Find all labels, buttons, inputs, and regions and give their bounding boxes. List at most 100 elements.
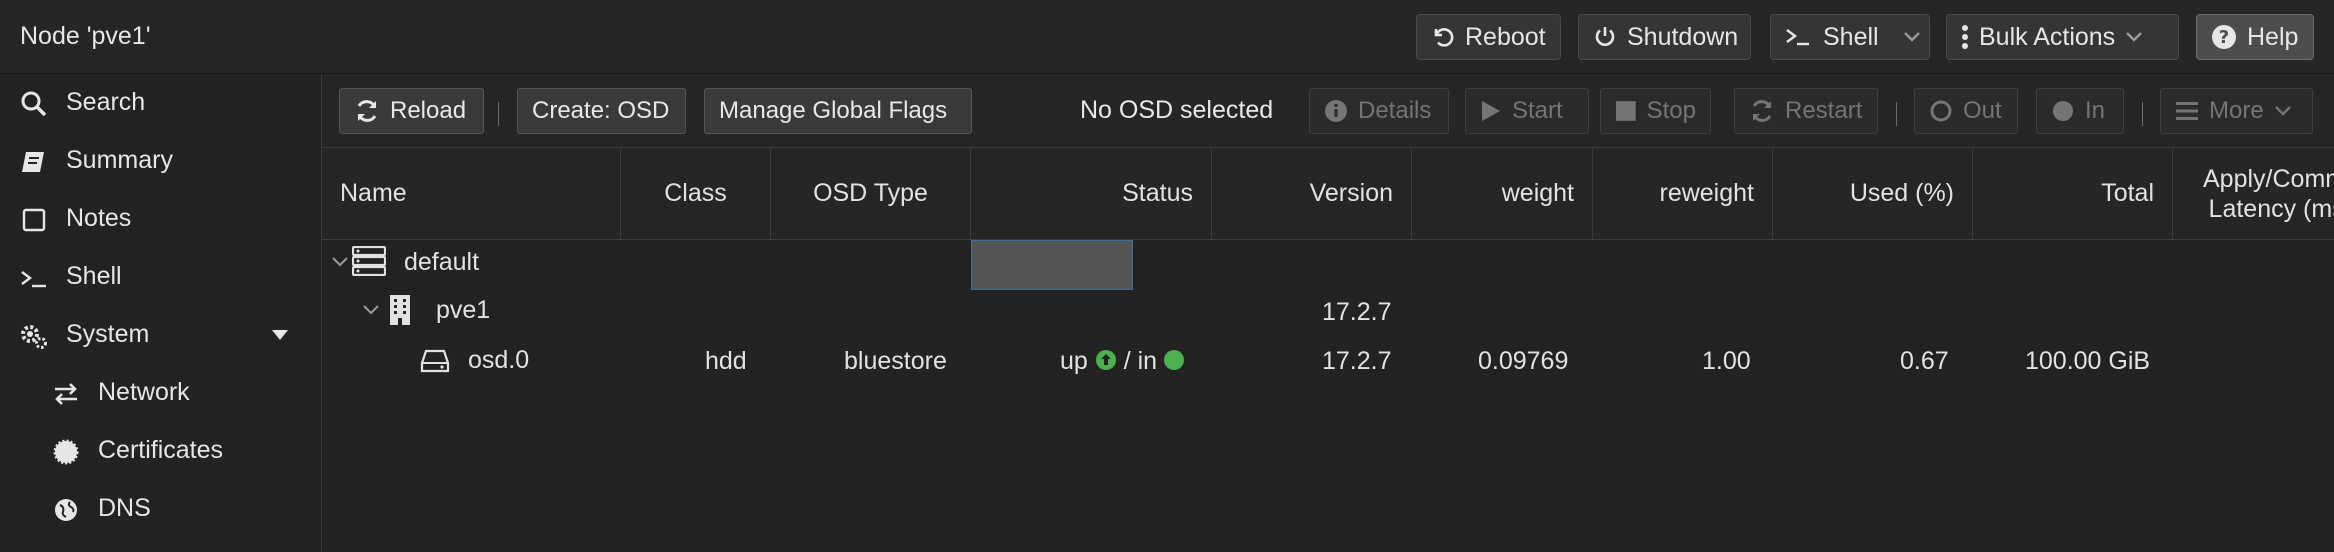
refresh-icon (357, 100, 377, 122)
play-icon (1482, 101, 1500, 121)
help-label: Help (2247, 22, 2299, 51)
osd-panel: Reload Create: OSD Manage Global Flags N… (322, 74, 2334, 552)
status-up-label: up (1060, 347, 1088, 375)
sidebar-item-network[interactable]: Network (0, 364, 321, 422)
refresh-icon (1752, 100, 1772, 122)
arrow-up-circle-icon (1095, 350, 1116, 371)
sidebar-item-label: Search (66, 88, 146, 116)
note-icon (22, 208, 46, 232)
create-osd-label: Create: OSD (532, 97, 670, 124)
column-header-apply-commit-latency[interactable]: Apply/Commit Latency (ms) (2173, 148, 2334, 239)
more-button[interactable]: More (2160, 88, 2313, 134)
hdd-icon (420, 349, 450, 373)
selected-cell[interactable] (971, 240, 1133, 290)
circle-filled-icon (2053, 101, 2073, 121)
toolbar-separator (1896, 102, 1897, 126)
chevron-down-icon[interactable] (362, 304, 380, 316)
toolbar-separator (498, 102, 499, 126)
shutdown-label: Shutdown (1627, 22, 1739, 51)
osd-type: bluestore (844, 347, 947, 375)
shell-label: Shell (1823, 22, 1879, 51)
chevron-down-icon[interactable] (1903, 31, 1921, 43)
column-header-total[interactable]: Total (1973, 148, 2173, 239)
stop-button[interactable]: Stop (1600, 88, 1711, 134)
details-label: Details (1358, 97, 1432, 124)
osd-used-percent: 0.67 (1900, 347, 1949, 375)
globe-icon (55, 499, 77, 521)
restart-label: Restart (1785, 97, 1863, 124)
out-label: Out (1963, 97, 2002, 124)
sidebar-item-label: Notes (66, 204, 132, 232)
node-sidebar: Search Summary Notes Shell System Networ… (0, 74, 322, 552)
kebab-icon (1962, 25, 1968, 49)
chevron-down-icon (2126, 32, 2143, 42)
manage-flags-label: Manage Global Flags (719, 97, 948, 124)
node-title: Node 'pve1' (20, 22, 151, 50)
column-header-version[interactable]: Version (1212, 148, 1412, 239)
building-icon (390, 295, 410, 325)
info-circle-icon (1325, 100, 1347, 122)
in-label: In (2085, 97, 2106, 124)
column-header-class[interactable]: Class (621, 148, 771, 239)
osd-status: up / in (1060, 347, 1185, 376)
shell-split-button[interactable]: Shell (1770, 14, 1930, 60)
restart-button[interactable]: Restart (1734, 88, 1878, 134)
create-osd-button[interactable]: Create: OSD (517, 88, 686, 134)
search-icon (21, 91, 47, 117)
sidebar-item-shell[interactable]: Shell (0, 248, 321, 306)
circle-outline-icon (1930, 100, 1952, 122)
column-header-used[interactable]: Used (%) (1773, 148, 1973, 239)
selection-status: No OSD selected (1080, 96, 1274, 124)
book-icon (22, 152, 44, 172)
out-button[interactable]: Out (1914, 88, 2018, 134)
chevron-down-icon (2274, 106, 2291, 116)
bulk-actions-button[interactable]: Bulk Actions (1946, 14, 2179, 60)
reload-label: Reload (390, 97, 467, 124)
more-label: More (2209, 97, 2264, 124)
toolbar-separator (2142, 102, 2143, 126)
status-in-label: / in (1123, 347, 1158, 375)
sidebar-item-search[interactable]: Search (0, 74, 321, 132)
sidebar-item-summary[interactable]: Summary (0, 132, 321, 190)
shutdown-button[interactable]: Shutdown (1578, 14, 1751, 60)
question-circle-icon: ? (2212, 25, 2236, 49)
osd-version: 17.2.7 (1322, 347, 1392, 375)
exchange-icon (55, 383, 77, 405)
sidebar-item-system[interactable]: System (0, 306, 321, 364)
sidebar-item-notes[interactable]: Notes (0, 190, 321, 248)
start-label: Start (1512, 97, 1563, 124)
start-button[interactable]: Start (1465, 88, 1589, 134)
sidebar-item-certificates[interactable]: Certificates (0, 422, 321, 480)
gears-icon (21, 325, 47, 349)
osd-toolbar: Reload Create: OSD Manage Global Flags N… (322, 74, 2334, 148)
caret-down-icon[interactable] (270, 328, 290, 342)
power-icon (1595, 27, 1615, 46)
osd-class: hdd (705, 347, 747, 375)
sidebar-item-label: Certificates (98, 436, 224, 464)
tree-node-label: pve1 (436, 296, 491, 324)
reboot-label: Reboot (1465, 22, 1546, 51)
node-header: Node 'pve1' Reboot Shutdown Shell Bulk A… (0, 0, 2334, 74)
manage-global-flags-button[interactable]: Manage Global Flags (704, 88, 972, 134)
chevron-down-icon[interactable] (331, 256, 349, 268)
reload-button[interactable]: Reload (339, 88, 484, 134)
osd-reweight: 1.00 (1702, 347, 1751, 375)
server-rack-icon (352, 246, 386, 276)
column-header-name[interactable]: Name (322, 148, 621, 239)
column-header-weight[interactable]: weight (1412, 148, 1593, 239)
sidebar-item-dns[interactable]: DNS (0, 480, 321, 538)
in-button[interactable]: In (2036, 88, 2124, 134)
osd-name: osd.0 (468, 346, 530, 374)
help-button[interactable]: ? Help (2196, 14, 2314, 60)
column-header-osd-type[interactable]: OSD Type (771, 148, 971, 239)
column-header-reweight[interactable]: reweight (1593, 148, 1773, 239)
details-button[interactable]: Details (1309, 88, 1449, 134)
sidebar-item-label: DNS (98, 494, 151, 522)
terminal-icon (1786, 29, 1809, 46)
sidebar-item-label: Shell (66, 262, 122, 290)
column-header-status[interactable]: Status (971, 148, 1212, 239)
osd-weight: 0.09769 (1478, 347, 1569, 375)
sidebar-item-label: Summary (66, 146, 173, 174)
reboot-button[interactable]: Reboot (1416, 14, 1561, 60)
osd-total: 100.00 GiB (2025, 347, 2151, 375)
